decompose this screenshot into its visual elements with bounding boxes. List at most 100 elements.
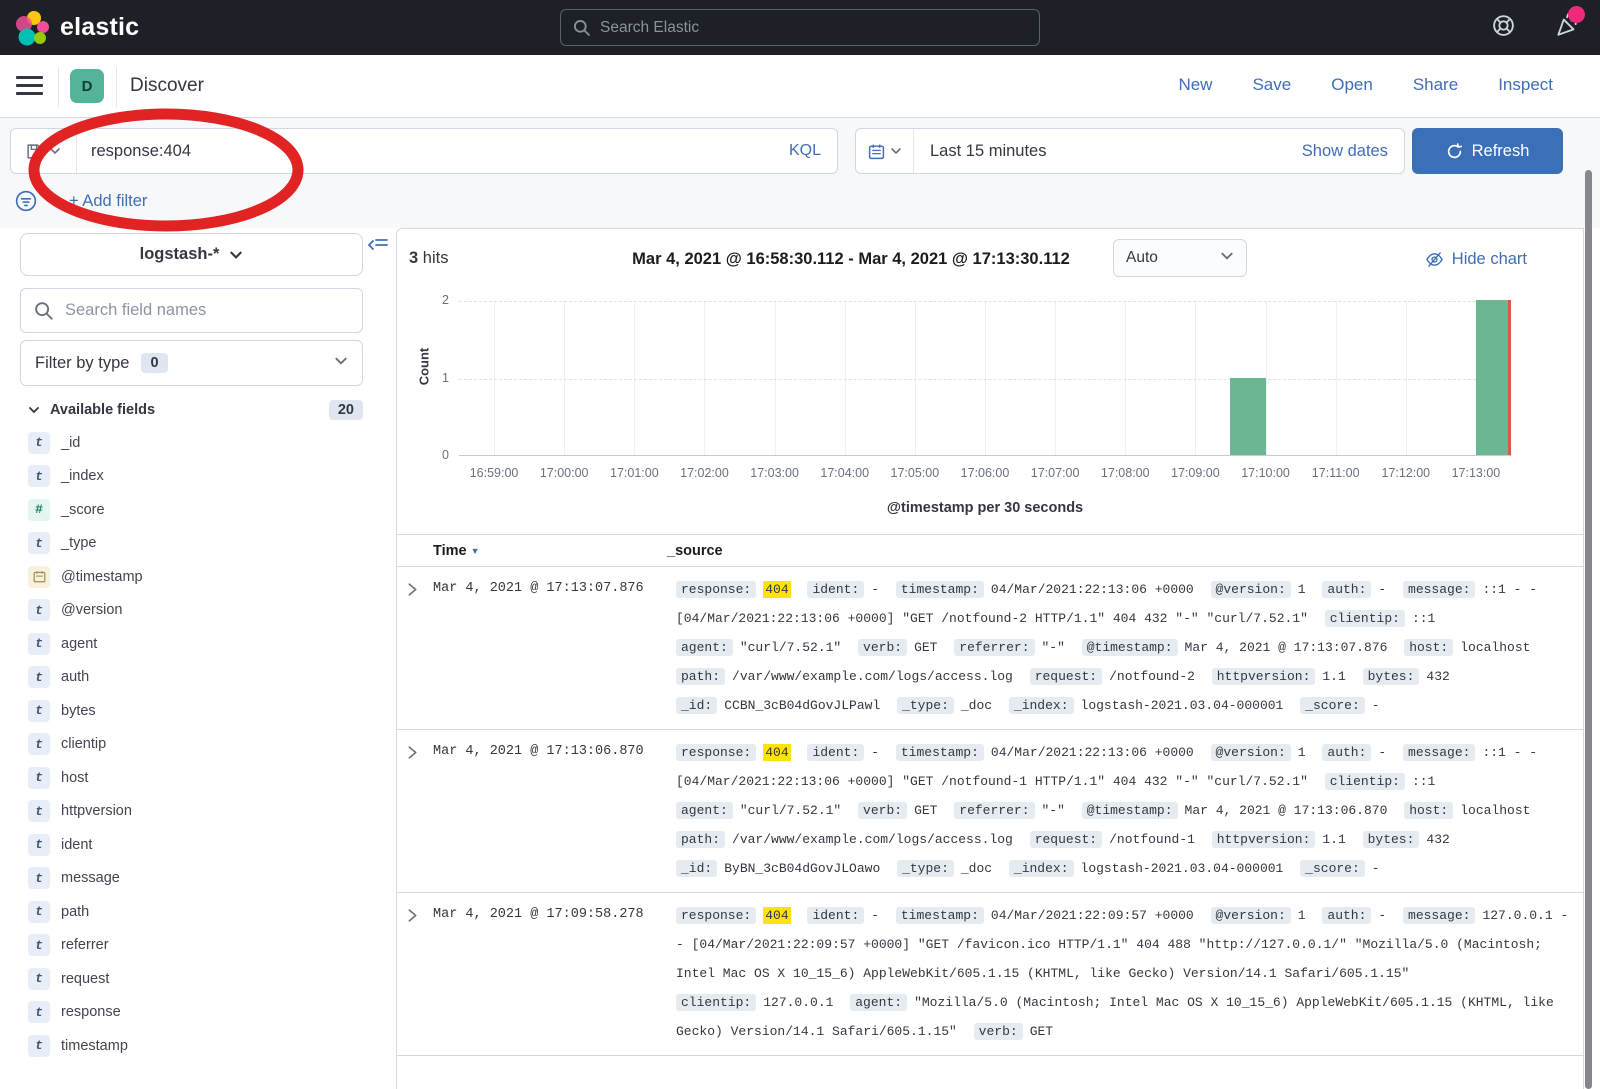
date-quick-select-button[interactable]	[856, 129, 914, 173]
field-value: -	[871, 582, 879, 597]
field-name-badge: path:	[676, 668, 725, 685]
chart-gridline	[459, 379, 1511, 380]
field-value: localhost	[1460, 803, 1530, 818]
field-name-badge: request:	[1030, 668, 1102, 685]
y-tick-label: 2	[429, 293, 449, 307]
field-name-badge: _id:	[676, 860, 717, 877]
search-icon	[573, 19, 591, 37]
field-name-badge: @version:	[1211, 907, 1291, 924]
field-list-item[interactable]: t_index	[28, 460, 363, 494]
x-tick-label: 17:12:00	[1381, 466, 1430, 480]
field-value: 04/Mar/2021:22:09:57 +0000	[991, 908, 1194, 923]
field-list-item[interactable]: t@version	[28, 594, 363, 628]
histogram-chart[interactable]	[459, 301, 1511, 456]
time-range-button[interactable]: Last 15 minutes	[914, 142, 1286, 161]
collapse-sidebar-icon[interactable]	[368, 236, 388, 259]
field-value: -	[1372, 861, 1380, 876]
help-icon[interactable]	[1491, 13, 1516, 43]
field-value: 1.1	[1322, 669, 1345, 684]
string-field-icon: t	[28, 733, 50, 755]
show-dates-button[interactable]: Show dates	[1286, 142, 1404, 161]
field-value: 432	[1426, 669, 1449, 684]
x-tick-label: 17:04:00	[820, 466, 869, 480]
chart-time-range-label: Mar 4, 2021 @ 16:58:30.112 - Mar 4, 2021…	[571, 250, 1131, 269]
chart-x-axis-title: @timestamp per 30 seconds	[459, 500, 1511, 516]
field-list-item[interactable]: thttpversion	[28, 795, 363, 829]
share-button[interactable]: Share	[1413, 75, 1458, 95]
field-list-item[interactable]: treferrer	[28, 929, 363, 963]
add-filter-button[interactable]: + Add filter	[69, 192, 147, 211]
field-value: -	[871, 908, 879, 923]
field-list-item[interactable]: tagent	[28, 627, 363, 661]
saved-query-icon	[26, 143, 43, 160]
histogram-bar[interactable]	[1230, 378, 1265, 456]
field-list-item[interactable]: #_score	[28, 493, 363, 527]
field-value: GET	[914, 803, 937, 818]
histogram-bar[interactable]	[1476, 300, 1511, 455]
field-list-item[interactable]: trequest	[28, 962, 363, 996]
field-name: referrer	[61, 937, 109, 953]
save-button[interactable]: Save	[1252, 75, 1291, 95]
index-pattern-select[interactable]: logstash-*	[20, 233, 363, 276]
query-input[interactable]: response:404	[77, 142, 773, 161]
saved-query-menu-button[interactable]	[11, 129, 77, 173]
field-list-item[interactable]: tident	[28, 828, 363, 862]
filter-by-type-select[interactable]: Filter by type 0	[20, 340, 363, 386]
menu-icon[interactable]	[16, 76, 43, 96]
date-field-icon	[28, 566, 50, 588]
news-feed-icon[interactable]	[1554, 12, 1580, 43]
field-list-item[interactable]: t_id	[28, 426, 363, 460]
expand-row-icon[interactable]	[406, 738, 433, 765]
open-button[interactable]: Open	[1331, 75, 1373, 95]
x-tick-label: 17:00:00	[540, 466, 589, 480]
field-list-item[interactable]: tbytes	[28, 694, 363, 728]
global-search-input[interactable]: Search Elastic	[560, 9, 1040, 46]
elastic-home-link[interactable]: elastic	[14, 10, 139, 46]
page-title: Discover	[130, 75, 204, 97]
interval-select[interactable]: Auto	[1113, 239, 1247, 277]
field-list-item[interactable]: tauth	[28, 661, 363, 695]
field-name-badge: bytes:	[1363, 831, 1420, 848]
field-list-item[interactable]: thost	[28, 761, 363, 795]
field-search-input[interactable]: Search field names	[20, 288, 363, 333]
field-list-item[interactable]: tclientip	[28, 728, 363, 762]
expand-row-icon[interactable]	[406, 901, 433, 928]
field-list-item[interactable]: tmessage	[28, 862, 363, 896]
string-field-icon: t	[28, 432, 50, 454]
calendar-icon	[868, 143, 885, 160]
discover-app-badge[interactable]: D	[70, 69, 104, 103]
field-list-item[interactable]: tpath	[28, 895, 363, 929]
field-value: _doc	[961, 698, 992, 713]
field-list-item[interactable]: @timestamp	[28, 560, 363, 594]
string-field-icon: t	[28, 834, 50, 856]
field-name: path	[61, 904, 89, 920]
filter-icon[interactable]	[15, 190, 37, 212]
refresh-button[interactable]: Refresh	[1412, 128, 1563, 174]
hide-chart-button[interactable]: Hide chart	[1425, 250, 1527, 269]
field-value: 1	[1298, 745, 1306, 760]
x-tick-label: 17:08:00	[1101, 466, 1150, 480]
inspect-button[interactable]: Inspect	[1498, 75, 1553, 95]
field-name-badge: agent:	[676, 802, 733, 819]
global-header: elastic Search Elastic	[0, 0, 1600, 55]
field-value: /notfound-2	[1109, 669, 1195, 684]
number-field-icon: #	[28, 499, 50, 521]
expand-row-icon[interactable]	[406, 575, 433, 602]
y-tick-label: 0	[429, 448, 449, 462]
field-list-item[interactable]: tresponse	[28, 996, 363, 1030]
field-list-item[interactable]: ttimestamp	[28, 1029, 363, 1063]
query-language-button[interactable]: KQL	[773, 142, 837, 160]
field-value: _doc	[961, 861, 992, 876]
available-fields-toggle[interactable]: Available fields 20	[28, 400, 363, 420]
string-field-icon: t	[28, 633, 50, 655]
field-value: CCBN_3cB04dGovJLPawl	[724, 698, 880, 713]
field-name-badge: auth:	[1322, 744, 1371, 761]
time-column-header[interactable]: Time ▼	[424, 543, 667, 559]
new-button[interactable]: New	[1178, 75, 1212, 95]
field-name-badge: auth:	[1322, 907, 1371, 924]
field-value: /var/www/example.com/logs/access.log	[732, 669, 1013, 684]
field-list-item[interactable]: t_type	[28, 527, 363, 561]
field-name: @timestamp	[61, 569, 143, 585]
field-value: ::1	[1412, 774, 1435, 789]
page-scrollbar[interactable]	[1585, 170, 1592, 1089]
